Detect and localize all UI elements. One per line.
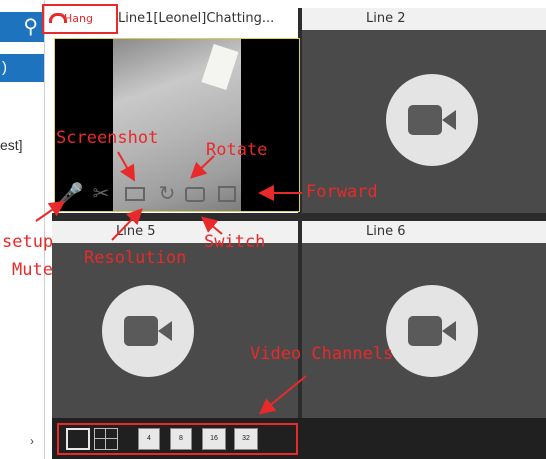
video-channels-arrow: [258, 375, 307, 415]
screenshot-annotation: Screenshot: [56, 128, 159, 148]
screenshot-arrow: [117, 151, 135, 182]
annotation-arrows: [35, 151, 307, 415]
rotate-annotation: Rotate: [206, 140, 268, 160]
resolution-arrow: [111, 208, 143, 241]
mute-annotation: Mute: [12, 260, 53, 280]
switch-annotation: Switch: [204, 232, 266, 252]
video-channels-annotation: Video Channels: [250, 344, 394, 364]
forward-annotation: Forward: [306, 182, 378, 202]
setup-annotation: setup: [2, 232, 54, 252]
resolution-annotation: Resolution: [84, 248, 187, 268]
mute-arrow: [35, 200, 66, 222]
